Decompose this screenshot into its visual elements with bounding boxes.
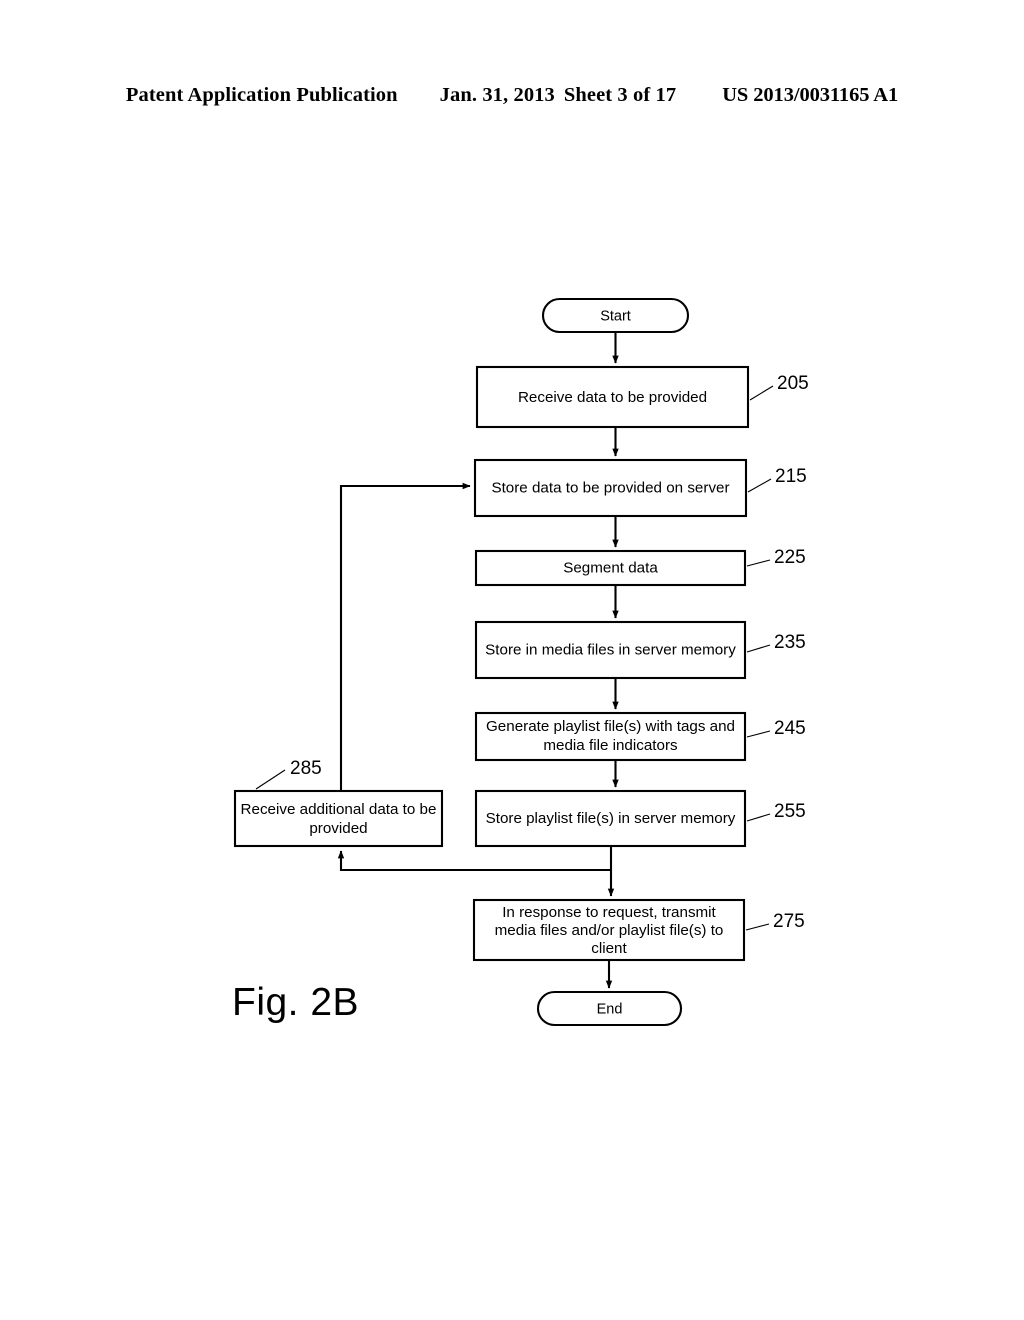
step-225-label: Segment data: [563, 560, 658, 577]
end-terminator-label: End: [597, 1001, 623, 1017]
ref-number-245: 245: [774, 718, 806, 739]
flow-node-235: Store in media files in server memory: [474, 620, 747, 680]
connector-loop-to-285: [337, 850, 611, 872]
step-245-label-line1: Generate playlist file(s) with tags and: [486, 718, 735, 735]
flow-node-285: Receive additional data to be provided: [233, 789, 444, 848]
flow-node-275: In response to request, transmit media f…: [472, 898, 746, 962]
flow-node-225: Segment data: [474, 549, 747, 587]
step-275-label-line1: In response to request, transmit: [502, 904, 716, 921]
leader-line-255: [746, 813, 771, 822]
ref-number-215: 215: [775, 466, 807, 487]
step-275-label-line3: client: [591, 940, 627, 957]
step-235-label: Store in media files in server memory: [485, 642, 736, 659]
ref-number-285: 285: [290, 758, 322, 779]
step-245-label-line2: media file indicators: [543, 737, 678, 754]
step-205-label: Receive data to be provided: [518, 389, 707, 406]
flow-node-end: End: [536, 990, 683, 1027]
ref-number-275: 275: [773, 911, 805, 932]
flow-node-start: Start: [541, 297, 690, 334]
step-215-label: Store data to be provided on server: [491, 480, 729, 497]
step-285-box: [233, 789, 444, 848]
flowchart-diagram: Start Receive data to be provided 205 St…: [233, 297, 809, 1027]
step-285-label-line2: provided: [309, 820, 367, 837]
flow-node-255: Store playlist file(s) in server memory: [474, 789, 747, 848]
connector-285-to-215: [339, 482, 471, 791]
ref-number-255: 255: [774, 801, 806, 822]
flow-node-215: Store data to be provided on server: [473, 458, 748, 518]
leader-line-245: [746, 730, 771, 738]
leader-line-285: [255, 769, 286, 790]
leader-line-225: [746, 559, 771, 567]
step-275-label-line2: media files and/or playlist file(s) to: [495, 922, 724, 939]
leader-line-275: [745, 923, 770, 931]
start-terminator-label: Start: [600, 308, 631, 324]
step-255-label: Store playlist file(s) in server memory: [486, 810, 736, 827]
leader-line-205: [749, 385, 774, 401]
ref-number-225: 225: [774, 547, 806, 568]
leader-line-215: [747, 478, 772, 493]
flow-node-205: Receive data to be provided: [475, 365, 750, 429]
ref-number-235: 235: [774, 632, 806, 653]
flow-node-245: Generate playlist file(s) with tags and …: [474, 711, 747, 762]
step-285-label-line1: Receive additional data to be: [241, 801, 437, 818]
leader-line-235: [746, 644, 771, 653]
ref-number-205: 205: [777, 373, 809, 394]
